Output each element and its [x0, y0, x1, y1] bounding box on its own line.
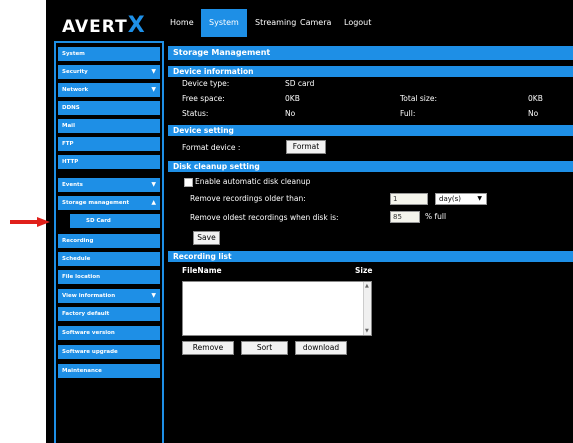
format-device-label: Format device : — [182, 143, 241, 152]
days-unit-select[interactable]: day(s) ▼ — [435, 193, 487, 205]
total-size-value: 0KB — [528, 94, 543, 103]
sidebar-item-network[interactable]: Network ▼ — [58, 83, 160, 97]
device-type-label: Device type: — [182, 79, 230, 88]
scroll-down-icon[interactable]: ▼ — [365, 328, 369, 334]
enable-cleanup-label: Enable automatic disk cleanup — [195, 177, 311, 186]
format-button[interactable]: Format — [286, 140, 326, 154]
col-filename: FileName — [182, 266, 222, 275]
sidebar-item-sd-card[interactable]: SD Card — [70, 214, 160, 228]
device-type-value: SD card — [285, 79, 315, 88]
nav-system[interactable]: System — [201, 9, 247, 37]
chevron-down-icon: ▼ — [151, 86, 156, 93]
free-space-value: 0KB — [285, 94, 300, 103]
section-device-setting: Device setting — [168, 125, 573, 136]
sidebar-item-ftp[interactable]: FTP — [58, 137, 160, 151]
nav-logout[interactable]: Logout — [344, 9, 371, 37]
sidebar-item-security[interactable]: Security ▼ — [58, 65, 160, 79]
sidebar-item-file-location[interactable]: File location — [58, 270, 160, 284]
nav-streaming[interactable]: Streaming — [255, 9, 296, 37]
remove-button[interactable]: Remove — [182, 341, 234, 355]
older-than-input[interactable]: 1 — [390, 193, 428, 205]
scrollbar[interactable]: ▲ ▼ — [363, 282, 371, 335]
enable-cleanup-checkbox[interactable] — [184, 178, 193, 187]
sidebar-item-system[interactable]: System — [58, 47, 160, 61]
red-arrow-icon — [10, 217, 50, 227]
total-size-label: Total size: — [400, 94, 437, 103]
save-button[interactable]: Save — [193, 231, 220, 245]
chevron-up-icon: ▲ — [151, 199, 156, 206]
chevron-down-icon: ▼ — [151, 292, 156, 299]
sidebar-item-view-information[interactable]: View information ▼ — [58, 289, 160, 303]
sidebar-item-http[interactable]: HTTP — [58, 155, 160, 169]
sidebar-item-maintenance[interactable]: Maintenance — [58, 364, 160, 378]
sidebar-item-schedule[interactable]: Schedule — [58, 252, 160, 266]
sidebar-item-software-version[interactable]: Software version — [58, 326, 160, 340]
section-disk-cleanup: Disk cleanup setting — [168, 161, 573, 172]
disk-full-percent-input[interactable]: 85 — [390, 211, 420, 223]
dropdown-arrow-icon: ▼ — [477, 195, 482, 202]
sidebar-item-factory-default[interactable]: Factory default — [58, 307, 160, 321]
full-label: Full: — [400, 109, 416, 118]
chevron-down-icon: ▼ — [151, 68, 156, 75]
col-size: Size — [355, 266, 373, 275]
sidebar: System Security ▼ Network ▼ DDNS Mail FTP … — [54, 41, 164, 443]
scroll-up-icon[interactable]: ▲ — [365, 283, 369, 289]
status-label: Status: — [182, 109, 209, 118]
free-space-label: Free space: — [182, 94, 225, 103]
sidebar-item-software-upgrade[interactable]: Software upgrade — [58, 345, 160, 359]
chevron-down-icon: ▼ — [151, 181, 156, 188]
recording-listbox[interactable]: ▲ ▼ — [182, 281, 372, 336]
status-value: No — [285, 109, 296, 118]
section-device-information: Device information — [168, 66, 573, 77]
page-title: Storage Management — [168, 46, 573, 60]
sort-button[interactable]: Sort — [241, 341, 288, 355]
full-value: No — [528, 109, 539, 118]
download-button[interactable]: download — [295, 341, 347, 355]
nav-camera[interactable]: Camera — [300, 9, 331, 37]
sidebar-item-recording[interactable]: Recording — [58, 234, 160, 248]
nav-home[interactable]: Home — [170, 9, 194, 37]
sidebar-item-storage-management[interactable]: Storage management ▲ — [58, 196, 160, 210]
avertx-logo: AVERTX — [62, 13, 146, 38]
sidebar-item-ddns[interactable]: DDNS — [58, 101, 160, 115]
older-than-label: Remove recordings older than: — [190, 194, 306, 203]
percent-full-label: % full — [425, 212, 447, 221]
oldest-when-label: Remove oldest recordings when disk is: — [190, 213, 339, 222]
section-recording-list: Recording list — [168, 251, 573, 262]
sidebar-item-mail[interactable]: Mail — [58, 119, 160, 133]
sidebar-item-events[interactable]: Events ▼ — [58, 178, 160, 192]
